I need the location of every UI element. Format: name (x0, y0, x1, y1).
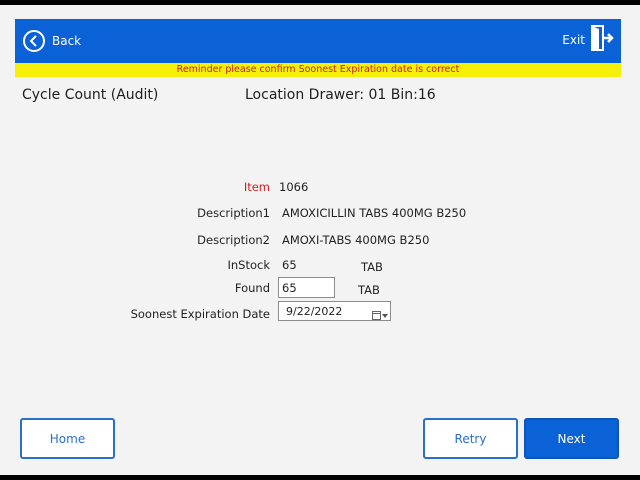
top-bar: Back Exit (15, 19, 621, 63)
calendar-dropdown-icon[interactable] (372, 306, 388, 325)
instock-label: InStock (227, 258, 270, 272)
back-label: Back (52, 34, 82, 48)
description2-value: AMOXI-TABS 400MG B250 (282, 233, 430, 247)
next-button[interactable]: Next (524, 418, 619, 459)
found-unit: TAB (358, 283, 380, 297)
exit-door-icon (591, 25, 615, 55)
found-label: Found (234, 281, 270, 295)
item-label: Item (243, 180, 270, 194)
item-value: 1066 (279, 180, 309, 194)
reminder-banner: Reminder please confirm Soonest Expirati… (15, 63, 621, 77)
instock-unit: TAB (361, 260, 383, 274)
expiration-label: Soonest Expiration Date (130, 307, 270, 321)
back-button[interactable]: Back (23, 27, 81, 55)
location-label: Location Drawer: 01 Bin:16 (245, 87, 436, 103)
page-title: Cycle Count (Audit) (22, 87, 159, 103)
description1-label: Description1 (197, 206, 270, 220)
exit-button[interactable]: Exit (562, 25, 615, 55)
description2-label: Description2 (197, 233, 270, 247)
home-button[interactable]: Home (20, 418, 115, 459)
retry-button[interactable]: Retry (423, 418, 518, 459)
found-input[interactable] (278, 277, 335, 298)
expiration-date-picker[interactable]: 9/22/2022 (278, 301, 391, 321)
exit-label: Exit (562, 33, 585, 47)
expiration-date-value: 9/22/2022 (286, 305, 343, 318)
instock-value: 65 (282, 258, 297, 272)
description1-value: AMOXICILLIN TABS 400MG B250 (282, 206, 467, 220)
back-arrow-icon (23, 30, 45, 52)
screen: Back Exit Reminder please confirm Soones… (0, 5, 640, 475)
